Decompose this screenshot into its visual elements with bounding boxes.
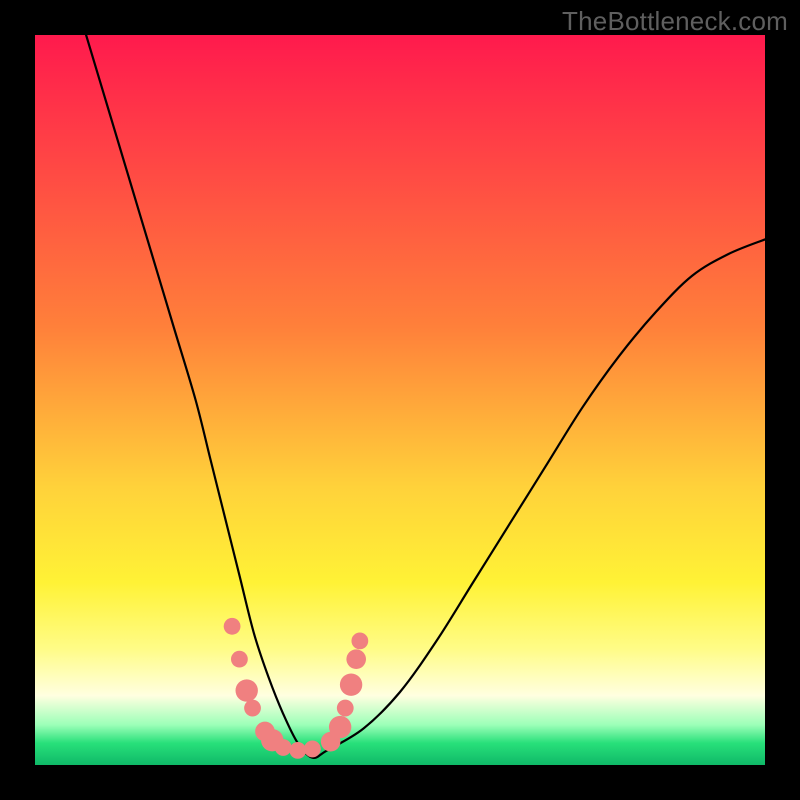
data-marker bbox=[337, 700, 354, 717]
chart-plot-area bbox=[35, 35, 765, 765]
chart-frame: TheBottleneck.com bbox=[0, 0, 800, 800]
data-marker bbox=[329, 716, 351, 738]
data-marker bbox=[275, 739, 292, 756]
data-marker bbox=[340, 674, 362, 696]
data-marker bbox=[236, 679, 258, 701]
gradient-background bbox=[35, 35, 765, 765]
chart-svg bbox=[35, 35, 765, 765]
data-marker bbox=[289, 742, 306, 759]
data-marker bbox=[304, 741, 321, 758]
data-marker bbox=[231, 651, 248, 668]
data-marker bbox=[346, 649, 366, 669]
data-marker bbox=[351, 633, 368, 650]
watermark-label: TheBottleneck.com bbox=[562, 6, 788, 37]
data-marker bbox=[224, 618, 241, 635]
data-marker bbox=[244, 700, 261, 717]
